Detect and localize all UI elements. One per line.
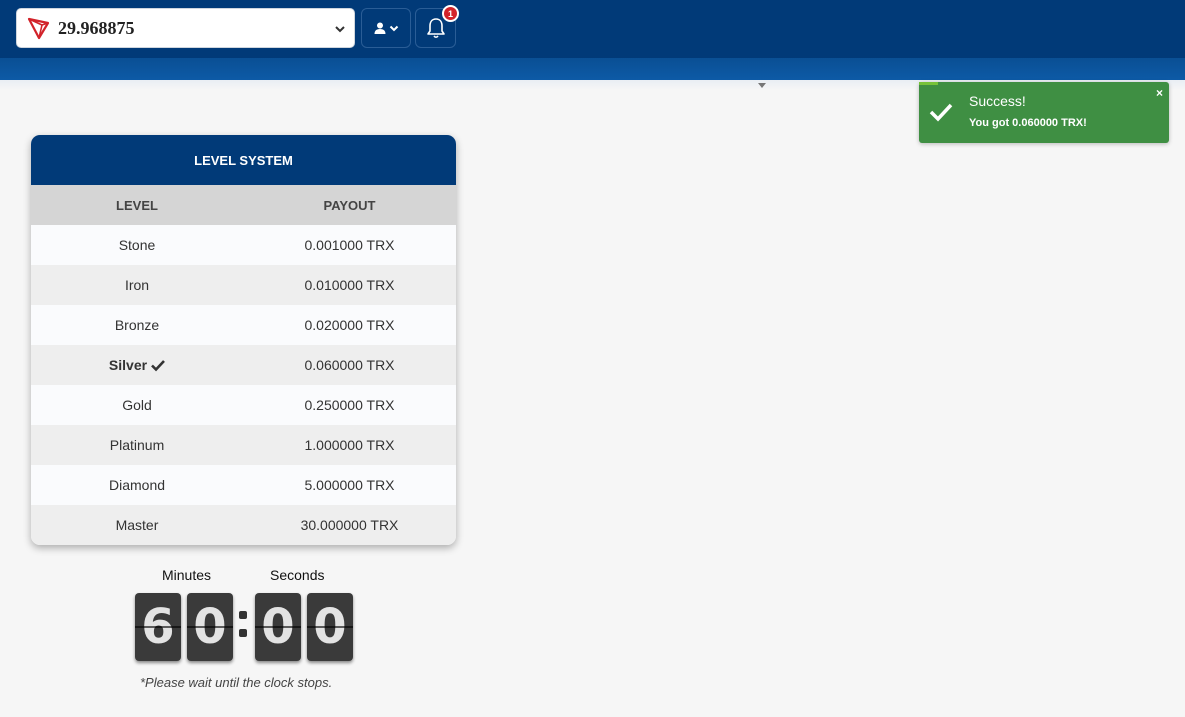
level-payout: 0.060000 TRX	[304, 357, 395, 373]
level-name: Diamond	[108, 477, 166, 493]
column-header-payout: PAYOUT	[323, 197, 376, 213]
level-payout: 0.010000 TRX	[304, 277, 395, 293]
level-name: Bronze	[114, 317, 160, 333]
seconds-label: Seconds	[270, 567, 325, 583]
table-header: LEVEL PAYOUT	[31, 185, 456, 225]
level-payout: 5.000000 TRX	[304, 477, 395, 493]
bell-icon	[426, 18, 445, 39]
notification-badge: 1	[442, 5, 459, 22]
level-name: Iron	[124, 277, 150, 293]
table-row: Platinum 1.000000 TRX	[31, 425, 456, 465]
timer-digit: 0	[187, 593, 233, 661]
user-menu-button[interactable]	[361, 8, 411, 48]
column-header-level: LEVEL	[116, 197, 158, 213]
success-toast: Success! You got 0.060000 TRX! ×	[919, 82, 1169, 143]
table-row: Bronze 0.020000 TRX	[31, 305, 456, 345]
balance-currency-select[interactable]: 29.968875	[16, 8, 355, 48]
timer-colon	[236, 603, 250, 643]
timer-digit: 0	[255, 593, 301, 661]
timer-digit: 6	[135, 593, 181, 661]
level-payout: 30.000000 TRX	[300, 517, 399, 533]
check-icon	[929, 100, 953, 124]
check-icon	[151, 360, 166, 372]
toast-progress-bar	[919, 82, 938, 85]
minutes-label: Minutes	[162, 567, 212, 583]
level-system-title: LEVEL SYSTEM	[31, 135, 456, 185]
timer-digit: 0	[307, 593, 353, 661]
table-row: Master 30.000000 TRX	[31, 505, 456, 545]
level-payout: 0.001000 TRX	[304, 237, 395, 253]
timer-note: *Please wait until the clock stops.	[140, 675, 333, 690]
level-system-card: LEVEL SYSTEM LEVEL PAYOUT Stone 0.001000…	[31, 135, 456, 545]
level-name: Platinum	[109, 437, 165, 453]
level-name: Silver	[108, 357, 148, 373]
caret-down-icon[interactable]	[758, 83, 766, 88]
sub-navbar	[0, 58, 1185, 80]
balance-value: 29.968875	[58, 17, 135, 38]
level-payout: 0.250000 TRX	[304, 397, 395, 413]
user-icon	[374, 22, 385, 34]
tron-icon	[27, 16, 51, 40]
level-name: Gold	[122, 397, 152, 413]
toast-close-button[interactable]: ×	[1156, 86, 1163, 100]
table-row: Diamond 5.000000 TRX	[31, 465, 456, 505]
table-row: Stone 0.001000 TRX	[31, 225, 456, 265]
chevron-down-icon	[334, 22, 346, 34]
level-name: Stone	[118, 237, 156, 253]
toast-message: You got 0.060000 TRX!	[969, 117, 1087, 129]
table-row-current: Silver 0.060000 TRX	[31, 345, 456, 385]
level-name: Master	[115, 517, 159, 533]
table-row: Gold 0.250000 TRX	[31, 385, 456, 425]
level-payout: 1.000000 TRX	[304, 437, 395, 453]
table-row: Iron 0.010000 TRX	[31, 265, 456, 305]
level-payout: 0.020000 TRX	[304, 317, 395, 333]
chevron-down-icon	[389, 25, 398, 32]
toast-title: Success!	[969, 93, 1026, 109]
